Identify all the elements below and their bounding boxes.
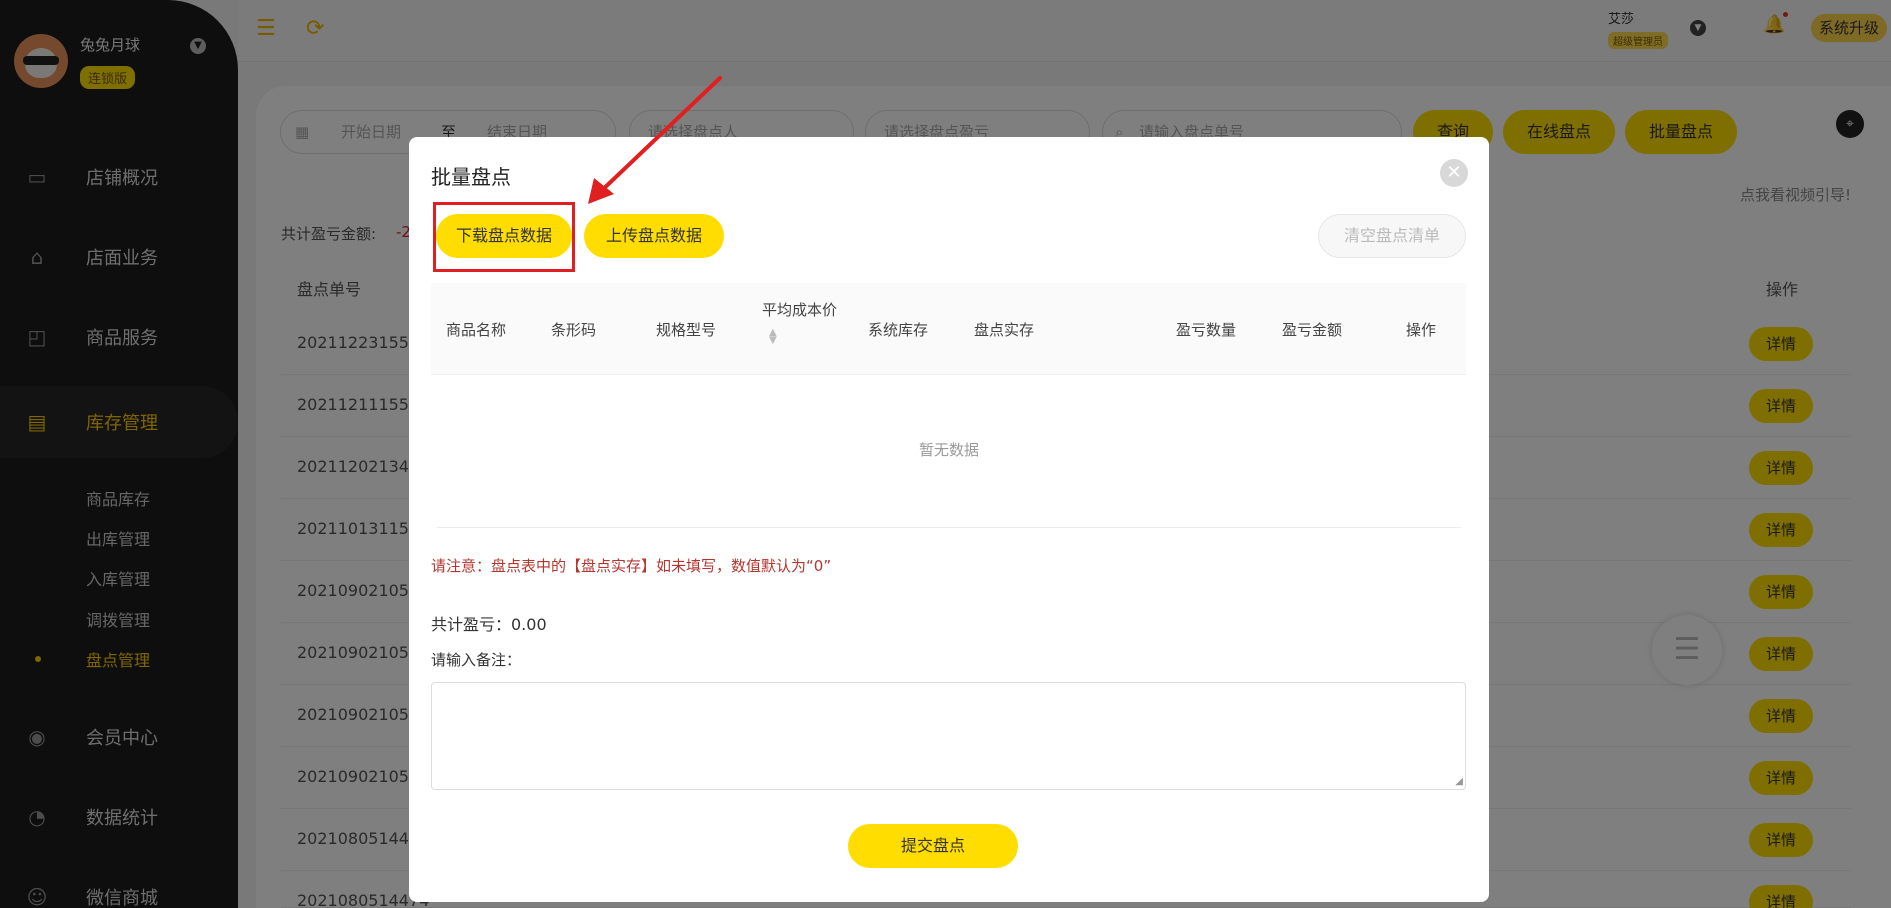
column-header: 盈亏数量: [1176, 321, 1237, 339]
close-icon[interactable]: ✕: [1440, 159, 1468, 187]
column-header: 系统库存: [868, 321, 929, 339]
empty-state: 暂无数据: [918, 441, 979, 459]
column-header: 规格型号: [656, 321, 717, 339]
column-header: 商品名称: [446, 321, 507, 339]
submit-check-button[interactable]: 提交盘点: [848, 824, 1018, 868]
notice-text: 请注意：盘点表中的【盘点实存】如未填写，数值默认为“0”: [431, 557, 832, 575]
clear-list-button[interactable]: 清空盘点清单: [1318, 214, 1466, 258]
batch-check-modal: 批量盘点 ✕ 下载盘点数据 上传盘点数据 清空盘点清单 商品名称 条形码 规格型…: [409, 137, 1489, 902]
annotation-arrow-icon: [588, 76, 722, 204]
table-header: 商品名称 条形码 规格型号 平均成本价 ▲ ▼ 系统库存 盘点实存 盈亏数量 盈亏…: [431, 283, 1466, 375]
divider: [437, 527, 1461, 528]
upload-data-button[interactable]: 上传盘点数据: [584, 214, 724, 258]
remark-textarea[interactable]: ◢: [431, 682, 1466, 790]
modal-title: 批量盘点: [431, 165, 511, 189]
remark-label: 请输入备注：: [431, 651, 522, 669]
column-header: 盈亏金额: [1282, 321, 1343, 339]
column-header: 盘点实存: [974, 321, 1035, 339]
sort-icon[interactable]: ▲ ▼: [769, 328, 777, 346]
column-header: 条形码: [551, 321, 597, 339]
profit-summary: 共计盈亏：0.00: [431, 615, 547, 634]
column-header: 操作: [1406, 321, 1437, 339]
resize-handle-icon[interactable]: ◢: [1455, 776, 1463, 787]
download-data-button[interactable]: 下载盘点数据: [436, 214, 572, 258]
column-header-sortable[interactable]: 平均成本价: [762, 299, 837, 320]
